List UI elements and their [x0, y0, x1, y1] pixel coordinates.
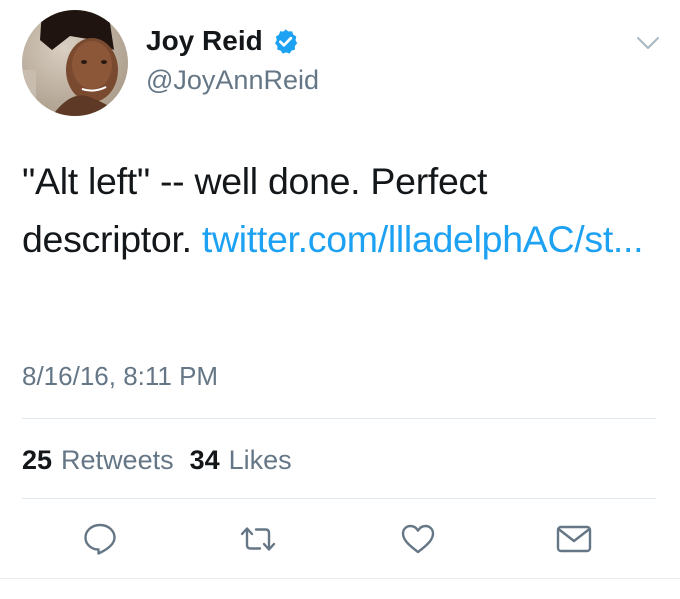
timestamp[interactable]: 8/16/16, 8:11 PM: [22, 359, 218, 393]
likes-label: Likes: [228, 445, 292, 475]
chevron-down-icon[interactable]: [635, 34, 661, 52]
tweet-text: "Alt left" -- well done. Perfect descrip…: [22, 152, 662, 268]
tweet-card: Joy Reid @JoyAnnReid "Alt left" -- well …: [0, 0, 680, 599]
reply-button[interactable]: [80, 521, 120, 557]
tweet-link[interactable]: twitter.com/llladelphAC/st...: [202, 218, 644, 260]
retweets-label: Retweets: [61, 445, 174, 475]
retweets-count: 25: [22, 445, 53, 475]
user-handle[interactable]: @JoyAnnReid: [146, 63, 319, 97]
stats-row: 25 Retweets 34 Likes: [22, 443, 308, 477]
like-button[interactable]: [398, 521, 438, 557]
envelope-icon: [556, 525, 592, 553]
display-name[interactable]: Joy Reid: [146, 24, 263, 58]
retweets-stat[interactable]: 25 Retweets: [22, 443, 174, 477]
name-row: Joy Reid: [146, 24, 299, 58]
heart-icon: [401, 524, 435, 554]
divider: [22, 498, 656, 499]
likes-count: 34: [189, 445, 220, 475]
avatar[interactable]: [22, 10, 128, 116]
retweet-icon: [240, 527, 276, 551]
retweet-button[interactable]: [238, 521, 278, 557]
divider: [0, 578, 680, 579]
direct-message-button[interactable]: [554, 521, 594, 557]
verified-badge-icon: [272, 28, 299, 55]
likes-stat[interactable]: 34 Likes: [190, 443, 292, 477]
divider: [22, 418, 656, 419]
reply-icon: [84, 523, 116, 555]
